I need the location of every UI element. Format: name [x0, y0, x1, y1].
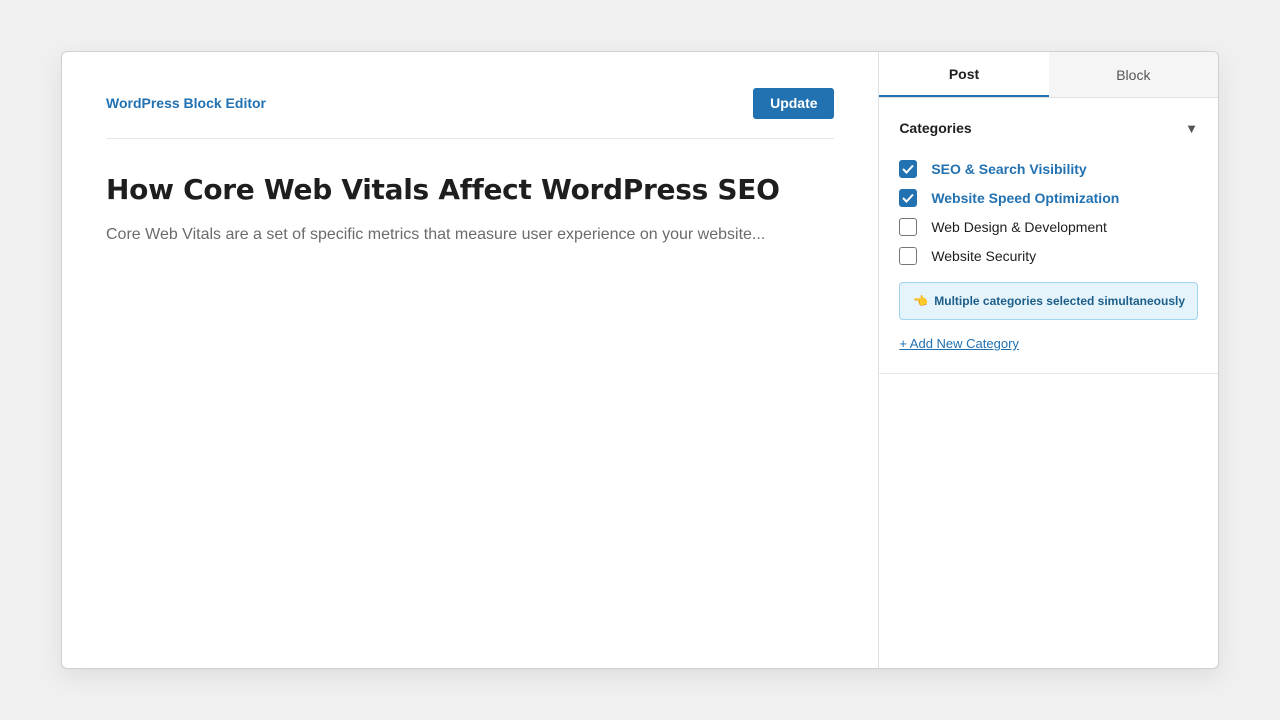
category-item-seo[interactable]: SEO & Search Visibility: [899, 154, 1198, 183]
add-new-category-link[interactable]: + Add New Category: [899, 336, 1019, 351]
category-label: SEO & Search Visibility: [931, 160, 1087, 177]
multi-select-notice: 👈 Multiple categories selected simultane…: [899, 282, 1198, 320]
triangle-down-icon[interactable]: ▼: [1185, 121, 1198, 136]
category-label: Web Design & Development: [931, 218, 1107, 235]
tab-post[interactable]: Post: [879, 52, 1049, 97]
pointing-hand-icon: 👈: [913, 294, 929, 308]
tab-block[interactable]: Block: [1048, 52, 1218, 97]
category-item-speed[interactable]: Website Speed Optimization: [899, 183, 1198, 212]
categories-panel: Categories ▼ SEO & Search Visibility Web…: [879, 98, 1218, 374]
editor-header: WordPress Block Editor Update: [106, 52, 835, 139]
editor-window: WordPress Block Editor Update How Core W…: [61, 51, 1219, 669]
notice-text: Multiple categories selected simultaneou…: [934, 294, 1186, 308]
checkbox-speed[interactable]: [899, 188, 918, 207]
checkbox-seo[interactable]: [899, 159, 918, 178]
post-title[interactable]: How Core Web Vitals Affect WordPress SEO: [106, 173, 834, 206]
checkbox-design[interactable]: [899, 217, 918, 236]
category-label: Website Speed Optimization: [931, 189, 1120, 206]
checkbox-security[interactable]: [899, 246, 918, 265]
settings-sidebar: Post Block Categories ▼ SEO & Search Vis…: [879, 52, 1218, 668]
category-item-design[interactable]: Web Design & Development: [899, 212, 1198, 241]
update-button[interactable]: Update: [753, 87, 835, 119]
checkmark-icon: [902, 193, 915, 203]
editor-canvas: WordPress Block Editor Update How Core W…: [62, 52, 880, 668]
brand-title: WordPress Block Editor: [106, 95, 267, 111]
category-item-security[interactable]: Website Security: [899, 241, 1198, 270]
categories-panel-header[interactable]: Categories ▼: [899, 120, 1198, 136]
post-excerpt[interactable]: Core Web Vitals are a set of specific me…: [106, 226, 834, 244]
categories-title: Categories: [899, 120, 972, 136]
checkmark-icon: [902, 164, 915, 174]
category-label: Website Security: [931, 247, 1037, 264]
sidebar-tabs: Post Block: [879, 52, 1218, 98]
